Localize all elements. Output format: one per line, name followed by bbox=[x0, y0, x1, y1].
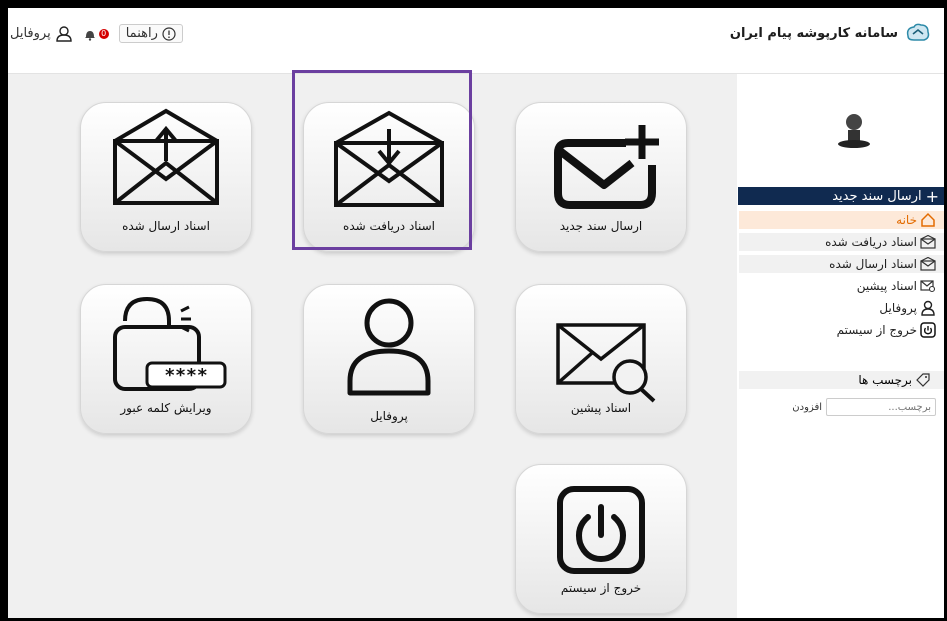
user-icon bbox=[921, 300, 935, 316]
sidebar-item-label: خروج از سیستم bbox=[836, 323, 917, 337]
tags-header: برچسب ها bbox=[739, 371, 944, 389]
tags-label: برچسب ها bbox=[858, 373, 912, 387]
tile-previous-documents[interactable]: اسناد پیشین bbox=[515, 284, 687, 434]
top-bar: سامانه کارپوشه پیام ایران پروفایل 0 راهن… bbox=[6, 8, 944, 74]
tile-profile-label: پروفایل bbox=[370, 409, 408, 423]
help-button[interactable]: راهنما bbox=[118, 24, 183, 43]
left-border bbox=[6, 8, 8, 618]
password-mask-text: **** bbox=[164, 365, 207, 386]
sidebar-item-previous[interactable]: اسناد پیشین bbox=[739, 277, 944, 295]
unlock-password-icon: **** bbox=[113, 296, 227, 391]
brand-name: سامانه کارپوشه پیام ایران bbox=[729, 25, 898, 41]
sidebar-item-label: خانه bbox=[896, 213, 917, 227]
sidebar-item-logout[interactable]: خروج از سیستم bbox=[739, 321, 944, 339]
tag-add-row: افزودن bbox=[792, 398, 936, 416]
sidebar-item-label: اسناد ارسال شده bbox=[829, 257, 917, 271]
tile-change-password[interactable]: **** ویرایش کلمه عبور bbox=[80, 284, 252, 434]
envelope-search-icon bbox=[556, 323, 656, 403]
brand[interactable]: سامانه کارپوشه پیام ایران bbox=[730, 22, 932, 44]
sidebar-menu: خانه اسناد دریافت شده اسناد ارسال شده اس… bbox=[739, 211, 944, 343]
sidebar-item-label: اسناد پیشین bbox=[856, 279, 917, 293]
envelope-up-icon bbox=[113, 108, 219, 205]
profile-link[interactable]: پروفایل bbox=[10, 25, 73, 42]
envelope-search-small-icon bbox=[920, 280, 936, 293]
envelope-in-icon bbox=[920, 235, 936, 249]
tile-profile[interactable]: پروفایل bbox=[303, 284, 475, 434]
tile-received-label: اسناد دریافت شده bbox=[343, 219, 435, 233]
power-small-icon bbox=[920, 322, 936, 338]
sidebar-item-home[interactable]: خانه bbox=[739, 211, 944, 229]
tag-add-button[interactable]: افزودن bbox=[792, 402, 822, 413]
tile-new-doc-label: ارسال سند جدید bbox=[559, 219, 643, 233]
power-icon bbox=[557, 486, 645, 574]
sidebar-item-label: پروفایل bbox=[879, 301, 917, 315]
app-window: سامانه کارپوشه پیام ایران پروفایل 0 راهن… bbox=[6, 8, 944, 618]
sidebar-item-sent[interactable]: اسناد ارسال شده bbox=[739, 255, 944, 273]
tag-icon bbox=[916, 373, 930, 387]
envelope-out-icon bbox=[920, 257, 936, 271]
tile-change-password-label: ویرایش کلمه عبور bbox=[120, 401, 212, 415]
notifications[interactable]: 0 bbox=[83, 27, 109, 41]
bell-icon bbox=[84, 30, 95, 41]
avatar bbox=[838, 114, 870, 148]
tile-logout-label: خروج از سیستم bbox=[560, 581, 642, 595]
dashboard-content: اسناد ارسال شده اسناد دریافت شده ارسال س… bbox=[6, 74, 737, 618]
tile-new-document[interactable]: ارسال سند جدید bbox=[515, 102, 687, 252]
sidebar-item-profile[interactable]: پروفایل bbox=[739, 299, 944, 317]
tile-sent-documents[interactable]: اسناد ارسال شده bbox=[80, 102, 252, 252]
sidebar-item-received[interactable]: اسناد دریافت شده bbox=[739, 233, 944, 251]
plus-icon: + bbox=[925, 186, 939, 206]
brand-logo-icon bbox=[906, 23, 930, 41]
profile-label: پروفایل bbox=[10, 26, 51, 41]
tile-previous-label: اسناد پیشین bbox=[570, 401, 632, 415]
tile-sent-label: اسناد ارسال شده bbox=[122, 219, 210, 233]
envelope-down-icon bbox=[334, 110, 444, 207]
user-large-icon bbox=[347, 298, 431, 396]
header-tools: پروفایل 0 راهنما bbox=[10, 24, 183, 43]
notification-badge: 0 bbox=[98, 28, 109, 39]
new-document-label: ارسال سند جدید bbox=[832, 188, 922, 204]
envelope-plus-icon bbox=[554, 125, 659, 209]
tile-received-documents[interactable]: اسناد دریافت شده bbox=[303, 102, 475, 252]
sidebar-item-label: اسناد دریافت شده bbox=[825, 235, 917, 249]
info-icon bbox=[162, 26, 176, 41]
sidebar: + ارسال سند جدید خانه اسناد دریافت شده ا… bbox=[738, 74, 944, 618]
new-document-button[interactable]: + ارسال سند جدید bbox=[738, 186, 944, 206]
help-label: راهنما bbox=[125, 26, 158, 41]
user-icon bbox=[56, 25, 72, 42]
tag-input[interactable] bbox=[826, 398, 936, 416]
home-icon bbox=[921, 212, 935, 227]
tile-logout[interactable]: خروج از سیستم bbox=[515, 464, 687, 614]
